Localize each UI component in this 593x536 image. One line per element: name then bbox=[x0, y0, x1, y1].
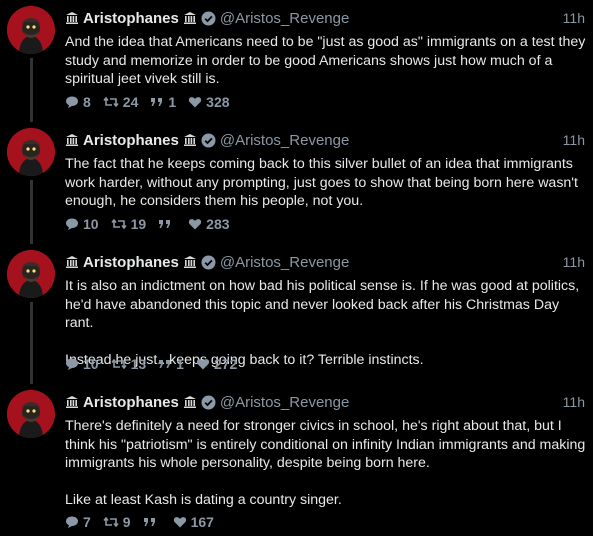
avatar[interactable] bbox=[7, 390, 55, 438]
author-handle[interactable]: @Aristos_Revenge bbox=[220, 10, 349, 27]
tweet-header: Aristophanes @Aristos_Revenge 11h bbox=[65, 8, 585, 28]
avatar-bust-icon bbox=[7, 390, 55, 438]
timestamp[interactable]: 11h bbox=[563, 10, 585, 26]
classical-building-icon bbox=[183, 395, 197, 409]
classical-building-icon bbox=[65, 255, 79, 269]
quote-icon bbox=[159, 220, 171, 228]
author-handle[interactable]: @Aristos_Revenge bbox=[220, 394, 349, 411]
author-name[interactable]: Aristophanes bbox=[83, 132, 179, 149]
verified-check-icon bbox=[201, 395, 216, 410]
retweet-icon bbox=[103, 96, 119, 108]
heart-icon bbox=[173, 517, 186, 528]
tweet-text: The fact that he keeps coming back to th… bbox=[65, 156, 582, 209]
like-count: 328 bbox=[206, 94, 230, 110]
reply-button[interactable]: 8 bbox=[65, 94, 91, 110]
author-name[interactable]: Aristophanes bbox=[83, 254, 179, 271]
reply-button[interactable]: 10 bbox=[65, 356, 99, 372]
timestamp[interactable]: 11h bbox=[563, 132, 585, 148]
speech-bubble-icon bbox=[66, 218, 78, 230]
quote-count: 1 bbox=[168, 94, 177, 110]
reply-count: 8 bbox=[83, 94, 91, 110]
speech-bubble-icon bbox=[66, 96, 78, 108]
verified-check-icon bbox=[201, 133, 216, 148]
like-count: 167 bbox=[190, 514, 214, 530]
verified-check-icon bbox=[201, 11, 216, 26]
retweet-button[interactable]: 24 bbox=[103, 94, 139, 110]
quote-icon bbox=[143, 518, 155, 526]
retweet-count: 19 bbox=[130, 216, 147, 232]
like-button[interactable]: 328 bbox=[188, 94, 230, 110]
like-button[interactable]: 167 bbox=[173, 514, 214, 530]
reply-button[interactable]: 10 bbox=[65, 216, 99, 232]
thread-connector bbox=[30, 180, 33, 244]
retweet-count: 24 bbox=[122, 94, 139, 110]
author-name[interactable]: Aristophanes bbox=[83, 394, 179, 411]
like-button[interactable]: 272 bbox=[196, 356, 237, 372]
avatar-bust-icon bbox=[7, 128, 55, 176]
heart-icon bbox=[196, 359, 210, 370]
verified-check-icon bbox=[201, 255, 216, 270]
retweet-button[interactable]: 13 bbox=[110, 356, 147, 372]
retweet-icon bbox=[110, 358, 127, 370]
quote-button[interactable]: 1 bbox=[158, 356, 184, 372]
thread-connector bbox=[30, 302, 33, 384]
action-bar: 8 24 1 328 bbox=[65, 93, 242, 111]
heart-icon bbox=[189, 219, 202, 230]
speech-bubble-icon bbox=[66, 516, 78, 528]
classical-building-icon bbox=[65, 11, 79, 25]
tweet-text: There's definitely a need for stronger c… bbox=[65, 418, 586, 508]
thread-connector bbox=[30, 58, 33, 122]
tweet-text: And the idea that Americans need to be "… bbox=[65, 34, 590, 87]
tweet[interactable]: Aristophanes @Aristos_Revenge 11h There'… bbox=[0, 384, 593, 536]
timestamp[interactable]: 11h bbox=[563, 394, 585, 410]
quote-button[interactable] bbox=[143, 515, 161, 529]
quote-icon bbox=[159, 360, 171, 368]
retweet-count: 9 bbox=[122, 514, 131, 530]
action-bar: 10 19 283 bbox=[65, 215, 242, 233]
speech-bubble-icon bbox=[66, 358, 78, 370]
quote-icon bbox=[151, 98, 163, 106]
tweet-header: Aristophanes @Aristos_Revenge 11h bbox=[65, 252, 585, 272]
author-name[interactable]: Aristophanes bbox=[83, 10, 179, 27]
classical-building-icon bbox=[65, 133, 79, 147]
classical-building-icon bbox=[183, 133, 197, 147]
tweet-header: Aristophanes @Aristos_Revenge 11h bbox=[65, 392, 585, 412]
retweet-icon bbox=[103, 516, 119, 528]
retweet-button[interactable]: 19 bbox=[110, 216, 147, 232]
like-count: 272 bbox=[213, 356, 238, 372]
tweet[interactable]: Aristophanes @Aristos_Revenge 11h It is … bbox=[0, 244, 593, 384]
retweet-button[interactable]: 9 bbox=[103, 514, 131, 530]
reply-count: 7 bbox=[83, 514, 91, 530]
author-handle[interactable]: @Aristos_Revenge bbox=[220, 132, 349, 149]
like-count: 283 bbox=[206, 216, 230, 232]
retweet-icon bbox=[110, 218, 127, 230]
avatar[interactable] bbox=[7, 250, 55, 298]
avatar[interactable] bbox=[7, 128, 55, 176]
avatar-bust-icon bbox=[7, 250, 55, 298]
quote-count: 1 bbox=[176, 356, 184, 372]
quote-button[interactable]: 1 bbox=[150, 94, 176, 110]
heart-icon bbox=[189, 97, 202, 108]
action-bar: 10 13 1 272 bbox=[65, 355, 249, 373]
avatar-bust-icon bbox=[7, 6, 55, 54]
classical-building-icon bbox=[183, 11, 197, 25]
action-bar: 7 9 167 bbox=[65, 513, 226, 531]
timestamp[interactable]: 11h bbox=[563, 254, 585, 270]
reply-count: 10 bbox=[83, 216, 99, 232]
tweet-header: Aristophanes @Aristos_Revenge 11h bbox=[65, 130, 585, 150]
classical-building-icon bbox=[183, 255, 197, 269]
reply-count: 10 bbox=[83, 356, 99, 372]
like-button[interactable]: 283 bbox=[188, 216, 230, 232]
avatar[interactable] bbox=[7, 6, 55, 54]
tweet[interactable]: Aristophanes @Aristos_Revenge 11h The fa… bbox=[0, 122, 593, 244]
author-handle[interactable]: @Aristos_Revenge bbox=[220, 254, 349, 271]
retweet-count: 13 bbox=[130, 356, 147, 372]
quote-button[interactable] bbox=[158, 217, 176, 231]
classical-building-icon bbox=[65, 395, 79, 409]
reply-button[interactable]: 7 bbox=[65, 514, 91, 530]
tweet[interactable]: Aristophanes @Aristos_Revenge 11h And th… bbox=[0, 0, 593, 122]
